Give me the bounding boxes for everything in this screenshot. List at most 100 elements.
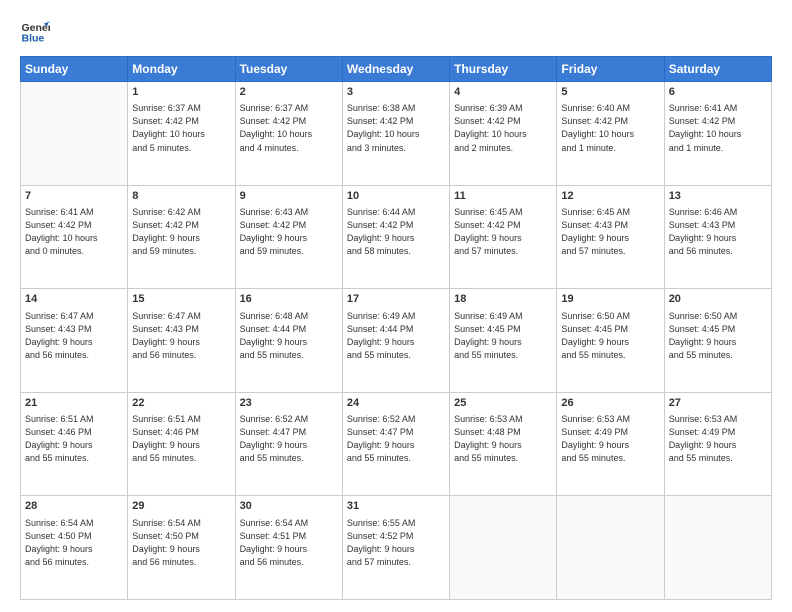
- page: General Blue SundayMondayTuesdayWednesda…: [0, 0, 792, 612]
- calendar-cell: 2 Sunrise: 6:37 AMSunset: 4:42 PMDaylight…: [235, 82, 342, 186]
- calendar-cell: 11 Sunrise: 6:45 AMSunset: 4:42 PMDayligh…: [450, 185, 557, 289]
- calendar-cell: 7 Sunrise: 6:41 AMSunset: 4:42 PMDaylight…: [21, 185, 128, 289]
- day-header-friday: Friday: [557, 57, 664, 82]
- day-header-monday: Monday: [128, 57, 235, 82]
- calendar-table: SundayMondayTuesdayWednesdayThursdayFrid…: [20, 56, 772, 600]
- date-number: 17: [347, 292, 445, 307]
- calendar-cell: 3 Sunrise: 6:38 AMSunset: 4:42 PMDaylight…: [342, 82, 449, 186]
- date-number: 2: [240, 85, 338, 100]
- date-number: 19: [561, 292, 659, 307]
- cell-info: Sunrise: 6:43 AMSunset: 4:42 PMDaylight:…: [240, 206, 338, 258]
- cell-info: Sunrise: 6:49 AMSunset: 4:45 PMDaylight:…: [454, 310, 552, 362]
- calendar-week-5: 28Sunrise: 6:54 AMSunset: 4:50 PMDayligh…: [21, 496, 772, 600]
- calendar-cell: 6 Sunrise: 6:41 AMSunset: 4:42 PMDaylight…: [664, 82, 771, 186]
- date-number: 31: [347, 499, 445, 514]
- date-number: 10: [347, 189, 445, 204]
- calendar-body: 1Sunrise: 6:37 AMSunset: 4:42 PMDaylight…: [21, 82, 772, 600]
- cell-info: Sunrise: 6:41 AMSunset: 4:42 PMDaylight:…: [25, 206, 123, 258]
- calendar-cell: 30 Sunrise: 6:54 AMSunset: 4:51 PMDayligh…: [235, 496, 342, 600]
- date-number: 20: [669, 292, 767, 307]
- date-number: 13: [669, 189, 767, 204]
- cell-info: Sunrise: 6:48 AMSunset: 4:44 PMDaylight:…: [240, 310, 338, 362]
- calendar-week-3: 14 Sunrise: 6:47 AMSunset: 4:43 PMDayligh…: [21, 289, 772, 393]
- cell-info: Sunrise: 6:51 AMSunset: 4:46 PMDaylight:…: [132, 413, 230, 465]
- cell-info: Sunrise: 6:45 AMSunset: 4:43 PMDaylight:…: [561, 206, 659, 258]
- calendar-cell: 5 Sunrise: 6:40 AMSunset: 4:42 PMDaylight…: [557, 82, 664, 186]
- date-number: 14: [25, 292, 123, 307]
- calendar-cell: [450, 496, 557, 600]
- date-number: 15: [132, 292, 230, 307]
- calendar-cell: 1Sunrise: 6:37 AMSunset: 4:42 PMDaylight…: [128, 82, 235, 186]
- date-number: 16: [240, 292, 338, 307]
- logo: General Blue: [20, 16, 54, 46]
- date-number: 30: [240, 499, 338, 514]
- date-number: 7: [25, 189, 123, 204]
- svg-text:Blue: Blue: [22, 33, 45, 45]
- day-header-sunday: Sunday: [21, 57, 128, 82]
- cell-info: Sunrise: 6:40 AMSunset: 4:42 PMDaylight:…: [561, 102, 659, 154]
- cell-info: Sunrise: 6:50 AMSunset: 4:45 PMDaylight:…: [669, 310, 767, 362]
- calendar-cell: 10Sunrise: 6:44 AMSunset: 4:42 PMDayligh…: [342, 185, 449, 289]
- calendar-cell: 24Sunrise: 6:52 AMSunset: 4:47 PMDayligh…: [342, 392, 449, 496]
- calendar-cell: 28Sunrise: 6:54 AMSunset: 4:50 PMDayligh…: [21, 496, 128, 600]
- cell-info: Sunrise: 6:47 AMSunset: 4:43 PMDaylight:…: [132, 310, 230, 362]
- cell-info: Sunrise: 6:47 AMSunset: 4:43 PMDaylight:…: [25, 310, 123, 362]
- day-header-row: SundayMondayTuesdayWednesdayThursdayFrid…: [21, 57, 772, 82]
- calendar-cell: 15 Sunrise: 6:47 AMSunset: 4:43 PMDayligh…: [128, 289, 235, 393]
- cell-info: Sunrise: 6:37 AMSunset: 4:42 PMDaylight:…: [132, 102, 230, 154]
- header: General Blue: [20, 16, 772, 46]
- cell-info: Sunrise: 6:45 AMSunset: 4:42 PMDaylight:…: [454, 206, 552, 258]
- date-number: 5: [561, 85, 659, 100]
- calendar-cell: [664, 496, 771, 600]
- cell-info: Sunrise: 6:51 AMSunset: 4:46 PMDaylight:…: [25, 413, 123, 465]
- day-header-tuesday: Tuesday: [235, 57, 342, 82]
- calendar-cell: [21, 82, 128, 186]
- calendar-cell: 29Sunrise: 6:54 AMSunset: 4:50 PMDayligh…: [128, 496, 235, 600]
- calendar-cell: [557, 496, 664, 600]
- calendar-cell: 25 Sunrise: 6:53 AMSunset: 4:48 PMDayligh…: [450, 392, 557, 496]
- date-number: 21: [25, 396, 123, 411]
- day-header-saturday: Saturday: [664, 57, 771, 82]
- calendar-cell: 18 Sunrise: 6:49 AMSunset: 4:45 PMDayligh…: [450, 289, 557, 393]
- cell-info: Sunrise: 6:53 AMSunset: 4:48 PMDaylight:…: [454, 413, 552, 465]
- cell-info: Sunrise: 6:41 AMSunset: 4:42 PMDaylight:…: [669, 102, 767, 154]
- cell-info: Sunrise: 6:53 AMSunset: 4:49 PMDaylight:…: [669, 413, 767, 465]
- cell-info: Sunrise: 6:42 AMSunset: 4:42 PMDaylight:…: [132, 206, 230, 258]
- cell-info: Sunrise: 6:49 AMSunset: 4:44 PMDaylight:…: [347, 310, 445, 362]
- calendar-cell: 20 Sunrise: 6:50 AMSunset: 4:45 PMDayligh…: [664, 289, 771, 393]
- date-number: 6: [669, 85, 767, 100]
- date-number: 22: [132, 396, 230, 411]
- cell-info: Sunrise: 6:54 AMSunset: 4:50 PMDaylight:…: [132, 517, 230, 569]
- date-number: 23: [240, 396, 338, 411]
- cell-info: Sunrise: 6:52 AMSunset: 4:47 PMDaylight:…: [240, 413, 338, 465]
- date-number: 18: [454, 292, 552, 307]
- cell-info: Sunrise: 6:54 AMSunset: 4:51 PMDaylight:…: [240, 517, 338, 569]
- calendar-week-1: 1Sunrise: 6:37 AMSunset: 4:42 PMDaylight…: [21, 82, 772, 186]
- calendar-cell: 4 Sunrise: 6:39 AMSunset: 4:42 PMDaylight…: [450, 82, 557, 186]
- date-number: 3: [347, 85, 445, 100]
- calendar-cell: 21 Sunrise: 6:51 AMSunset: 4:46 PMDayligh…: [21, 392, 128, 496]
- cell-info: Sunrise: 6:52 AMSunset: 4:47 PMDaylight:…: [347, 413, 445, 465]
- calendar-cell: 26Sunrise: 6:53 AMSunset: 4:49 PMDayligh…: [557, 392, 664, 496]
- date-number: 9: [240, 189, 338, 204]
- cell-info: Sunrise: 6:38 AMSunset: 4:42 PMDaylight:…: [347, 102, 445, 154]
- calendar-week-4: 21 Sunrise: 6:51 AMSunset: 4:46 PMDayligh…: [21, 392, 772, 496]
- cell-info: Sunrise: 6:39 AMSunset: 4:42 PMDaylight:…: [454, 102, 552, 154]
- cell-info: Sunrise: 6:37 AMSunset: 4:42 PMDaylight:…: [240, 102, 338, 154]
- calendar-cell: 14 Sunrise: 6:47 AMSunset: 4:43 PMDayligh…: [21, 289, 128, 393]
- cell-info: Sunrise: 6:54 AMSunset: 4:50 PMDaylight:…: [25, 517, 123, 569]
- date-number: 4: [454, 85, 552, 100]
- calendar-cell: 16 Sunrise: 6:48 AMSunset: 4:44 PMDayligh…: [235, 289, 342, 393]
- date-number: 26: [561, 396, 659, 411]
- calendar-cell: 19 Sunrise: 6:50 AMSunset: 4:45 PMDayligh…: [557, 289, 664, 393]
- cell-info: Sunrise: 6:46 AMSunset: 4:43 PMDaylight:…: [669, 206, 767, 258]
- cell-info: Sunrise: 6:50 AMSunset: 4:45 PMDaylight:…: [561, 310, 659, 362]
- calendar-cell: 8Sunrise: 6:42 AMSunset: 4:42 PMDaylight…: [128, 185, 235, 289]
- calendar-cell: 31Sunrise: 6:55 AMSunset: 4:52 PMDayligh…: [342, 496, 449, 600]
- date-number: 11: [454, 189, 552, 204]
- day-header-wednesday: Wednesday: [342, 57, 449, 82]
- calendar-cell: 12Sunrise: 6:45 AMSunset: 4:43 PMDayligh…: [557, 185, 664, 289]
- date-number: 25: [454, 396, 552, 411]
- calendar-header: SundayMondayTuesdayWednesdayThursdayFrid…: [21, 57, 772, 82]
- date-number: 27: [669, 396, 767, 411]
